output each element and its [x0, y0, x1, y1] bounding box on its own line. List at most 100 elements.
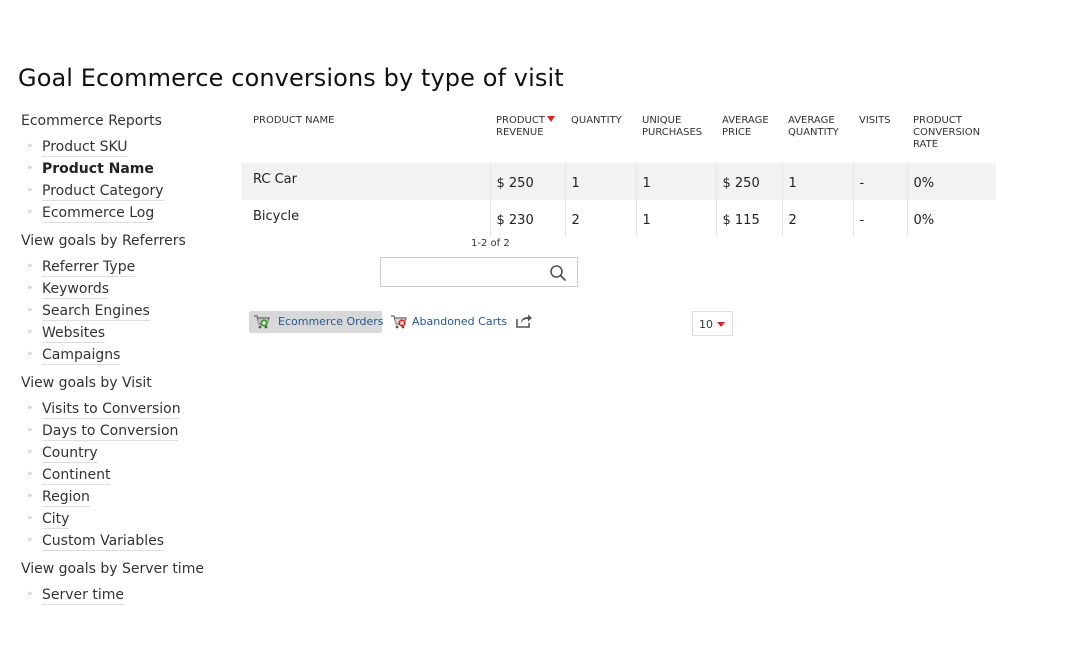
column-header[interactable]: PRODUCT NAME — [241, 110, 490, 163]
sidebar-item: » Visits to Conversion — [21, 397, 231, 419]
column-header-label: AVERAGE QUANTITY — [788, 115, 839, 138]
sidebar-item: » Keywords — [21, 277, 231, 299]
column-header-label: UNIQUE PURCHASES — [642, 115, 703, 138]
report-table: PRODUCT NAME PRODUCT REVENUE QUANTITY UNIQUE… — [241, 110, 996, 237]
chevron-down-icon — [717, 322, 725, 327]
sidebar-item: » Campaigns — [21, 343, 231, 365]
bullet-icon: » — [27, 403, 33, 413]
bullet-icon: » — [27, 141, 33, 151]
bullet-icon: » — [27, 327, 33, 337]
column-header[interactable]: AVERAGE QUANTITY — [782, 110, 853, 163]
sidebar-link-region[interactable]: Region — [42, 489, 90, 507]
sidebar-item: » Product SKU — [21, 135, 231, 157]
column-header[interactable]: UNIQUE PURCHASES — [636, 110, 716, 163]
column-header[interactable]: PRODUCT CONVERSION RATE — [907, 110, 996, 163]
bullet-icon: » — [27, 283, 33, 293]
sidebar-item: » Days to Conversion — [21, 419, 231, 441]
export-icon[interactable] — [515, 313, 533, 329]
sidebar-item: » Region — [21, 485, 231, 507]
bullet-icon: » — [27, 491, 33, 501]
row-value: $ 250 — [715, 163, 782, 200]
column-header-label: QUANTITY — [571, 115, 622, 126]
sidebar-link-product-name[interactable]: Product Name — [42, 161, 154, 178]
bullet-icon: » — [27, 207, 33, 217]
sidebar-item: » Product Category — [21, 179, 231, 201]
bullet-icon: » — [27, 261, 33, 271]
row-value: 1 — [564, 163, 636, 200]
sidebar-link-campaigns[interactable]: Campaigns — [42, 347, 121, 365]
sidebar-group-title: View goals by Server time — [21, 561, 204, 577]
column-header-label-part: PRODUCT — [496, 115, 545, 126]
sidebar-group-items: » Referrer Type » Keywords » Search Engines » W… — [21, 255, 231, 365]
row-value: 2 — [781, 200, 853, 237]
row-value: 0% — [906, 200, 996, 237]
column-header-label: PRODUCT NAME — [253, 115, 335, 126]
row-value: 1 — [635, 200, 716, 237]
sidebar-link-search-engines[interactable]: Search Engines — [42, 303, 150, 321]
sidebar-link-product-sku[interactable]: Product SKU — [42, 139, 128, 157]
ecommerce-orders-label: Ecommerce Orders — [278, 315, 384, 328]
sidebar-link-continent[interactable]: Continent — [42, 467, 111, 485]
sidebar-item: » Websites — [21, 321, 231, 343]
column-header[interactable]: QUANTITY — [565, 110, 636, 163]
column-header-label: VISITS — [859, 115, 891, 126]
sidebar-item: » City — [21, 507, 231, 529]
table-header-row: PRODUCT NAME PRODUCT REVENUE QUANTITY UNIQUE… — [241, 110, 996, 163]
column-header-label: AVERAGE PRICE — [722, 115, 769, 138]
ecommerce-orders-button[interactable]: Ecommerce Orders — [249, 311, 384, 333]
column-header[interactable]: AVERAGE PRICE — [716, 110, 782, 163]
sidebar-link-ecommerce-log[interactable]: Ecommerce Log — [42, 205, 155, 223]
column-header-label-part: REVENUE — [496, 127, 544, 138]
page-title: Goal Ecommerce conversions by type of vi… — [18, 64, 564, 92]
sidebar-link-country[interactable]: Country — [42, 445, 98, 463]
report-sidebar: Ecommerce Reports » Product SKU » Product Na… — [21, 111, 231, 613]
sidebar-item: » Search Engines — [21, 299, 231, 321]
row-value: $ 115 — [715, 200, 782, 237]
bullet-icon: » — [27, 535, 33, 545]
column-header[interactable]: VISITS — [853, 110, 907, 163]
sidebar-item: » Referrer Type — [21, 255, 231, 277]
sidebar-group-title: View goals by Referrers — [21, 233, 186, 249]
sidebar-group-title: View goals by Visit — [21, 375, 152, 391]
abandoned-carts-button[interactable]: Abandoned Carts — [386, 311, 507, 333]
row-value: 1 — [635, 163, 716, 200]
pagination-info: 1-2 of 2 — [471, 238, 510, 249]
bullet-icon: » — [27, 447, 33, 457]
sidebar-group-items: » Visits to Conversion » Days to Conversion… — [21, 397, 231, 551]
row-value: 0% — [906, 163, 996, 200]
table-row[interactable]: RC Car $ 250 1 1 $ 250 1-0% — [241, 163, 996, 200]
row-value: $ 230 — [489, 200, 565, 237]
sidebar-link-keywords[interactable]: Keywords — [42, 281, 110, 299]
sidebar-item: » Product Name — [21, 157, 231, 179]
table-row[interactable]: Bicycle $ 230 2 1 $ 115 2-0% — [241, 200, 996, 237]
sidebar-group-title: Ecommerce Reports — [21, 113, 162, 129]
abandoned-carts-label: Abandoned Carts — [412, 315, 508, 328]
sidebar-link-custom-variables[interactable]: Custom Variables — [42, 533, 165, 551]
row-limit-select[interactable]: 10 — [692, 311, 733, 336]
bullet-icon: » — [27, 349, 33, 359]
row-value: 1 — [781, 163, 853, 200]
row-value: - — [852, 200, 907, 237]
sidebar-item: » Ecommerce Log — [21, 201, 231, 223]
sidebar-link-websites[interactable]: Websites — [42, 325, 106, 343]
column-header[interactable]: PRODUCT REVENUE — [490, 110, 565, 163]
sidebar-link-days-to-conversion[interactable]: Days to Conversion — [42, 423, 179, 441]
search-input[interactable] — [387, 259, 551, 287]
column-header-label: PRODUCT CONVERSION RATE — [913, 115, 981, 150]
sidebar-group-items: » Product SKU » Product Name » Product Catego… — [21, 135, 231, 223]
sidebar-item: » Server time — [21, 583, 231, 605]
bullet-icon: » — [27, 589, 33, 599]
sidebar-group-items: » Server time — [21, 583, 231, 605]
row-value: $ 250 — [489, 163, 565, 200]
sidebar-link-city[interactable]: City — [42, 511, 70, 529]
sidebar-link-visits-to-conversion[interactable]: Visits to Conversion — [42, 401, 181, 419]
sidebar-link-referrer-type[interactable]: Referrer Type — [42, 259, 136, 277]
sidebar-item: » Country — [21, 441, 231, 463]
sidebar-link-server-time[interactable]: Server time — [42, 587, 124, 605]
search-icon[interactable] — [549, 264, 567, 282]
row-limit-value: 10 — [699, 318, 713, 331]
search-box — [380, 257, 578, 287]
bullet-icon: » — [27, 513, 33, 523]
cart-remove-icon — [391, 315, 407, 329]
sidebar-link-product-category[interactable]: Product Category — [42, 183, 164, 201]
